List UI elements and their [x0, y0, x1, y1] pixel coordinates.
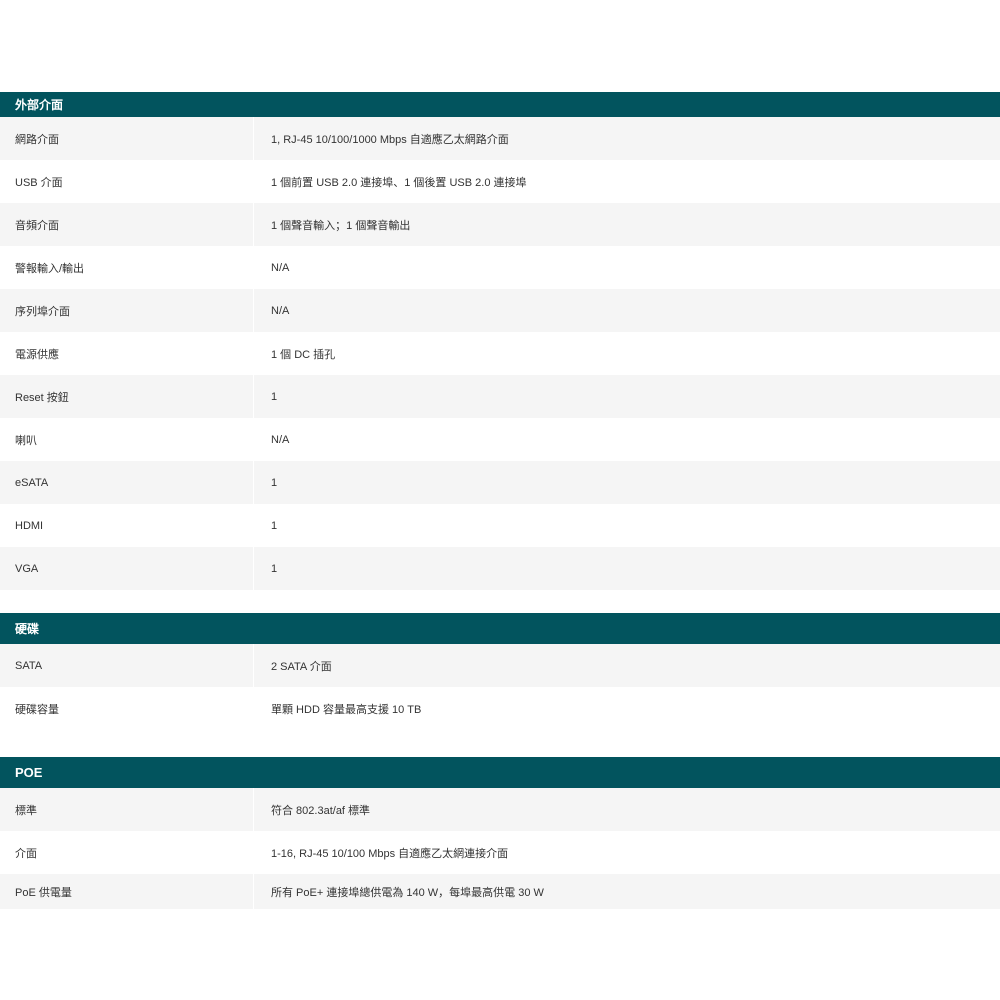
spec-value: 1, RJ-45 10/100/1000 Mbps 自適應乙太網路介面: [271, 133, 509, 146]
spec-value: 1 個 DC 插孔: [271, 348, 336, 361]
spec-value: N/A: [271, 433, 290, 446]
spec-value: 1 個前置 USB 2.0 連接埠、1 個後置 USB 2.0 連接埠: [271, 176, 527, 189]
section-header: 硬碟: [0, 613, 1000, 644]
spec-row: 序列埠介面 N/A: [0, 289, 1000, 332]
spec-label: 網路介面: [0, 117, 254, 160]
spec-label: 警報輸入/輸出: [0, 246, 254, 289]
spec-row: Reset 按鈕 1: [0, 375, 1000, 418]
spec-row: 硬碟容量 單顆 HDD 容量最高支援 10 TB: [0, 687, 1000, 730]
spec-label: USB 介面: [0, 160, 254, 203]
spec-section-hard-disk: 硬碟 SATA 2 SATA 介面 硬碟容量 單顆 HDD 容量最高支援 10 TB: [0, 613, 1000, 730]
spec-row: 電源供應 1 個 DC 插孔: [0, 332, 1000, 375]
spec-label: 音頻介面: [0, 203, 254, 246]
spec-value: 1: [271, 519, 278, 532]
spec-value: 1: [271, 390, 278, 403]
spec-value: 1 個聲音輸入；1 個聲音輸出: [271, 219, 411, 232]
spec-label: VGA: [0, 547, 254, 590]
section-header: 外部介面: [0, 92, 1000, 117]
spec-label: 硬碟容量: [0, 687, 254, 730]
spec-label: HDMI: [0, 504, 254, 547]
spec-label: SATA: [0, 644, 254, 687]
spec-value: 1: [271, 476, 278, 489]
spec-row: 音頻介面 1 個聲音輸入；1 個聲音輸出: [0, 203, 1000, 246]
spec-label: 序列埠介面: [0, 289, 254, 332]
spec-row: 警報輸入/輸出 N/A: [0, 246, 1000, 289]
spec-row: SATA 2 SATA 介面: [0, 644, 1000, 687]
spec-label: Reset 按鈕: [0, 375, 254, 418]
spec-label: eSATA: [0, 461, 254, 504]
spec-row: 標準 符合 802.3at/af 標準: [0, 788, 1000, 831]
spec-row: 網路介面 1, RJ-45 10/100/1000 Mbps 自適應乙太網路介面: [0, 117, 1000, 160]
spec-section-poe: POE 標準 符合 802.3at/af 標準 介面 1-16, RJ-45 10/…: [0, 757, 1000, 909]
spec-row: VGA 1: [0, 547, 1000, 590]
spec-value: 所有 PoE+ 連接埠總供電為 140 W，每埠最高供電 30 W: [271, 886, 544, 899]
spec-row: PoE 供電量 所有 PoE+ 連接埠總供電為 140 W，每埠最高供電 30 W: [0, 874, 1000, 909]
spec-label: PoE 供電量: [0, 874, 254, 909]
section-header: POE: [0, 757, 1000, 788]
spec-value: 單顆 HDD 容量最高支援 10 TB: [271, 703, 422, 716]
spec-label: 介面: [0, 831, 254, 874]
section-title: 硬碟: [15, 622, 40, 636]
spec-value: 符合 802.3at/af 標準: [271, 804, 371, 817]
spec-row: 喇叭 N/A: [0, 418, 1000, 461]
spec-value: 1-16, RJ-45 10/100 Mbps 自適應乙太網連接介面: [271, 847, 509, 860]
spec-value: N/A: [271, 304, 290, 317]
spec-row: eSATA 1: [0, 461, 1000, 504]
spec-section-external-interfaces: 外部介面 網路介面 1, RJ-45 10/100/1000 Mbps 自適應乙太…: [0, 92, 1000, 590]
spec-label: 電源供應: [0, 332, 254, 375]
spec-value: N/A: [271, 261, 290, 274]
spec-value: 1: [271, 562, 278, 575]
section-title: 外部介面: [15, 98, 64, 112]
spec-row: 介面 1-16, RJ-45 10/100 Mbps 自適應乙太網連接介面: [0, 831, 1000, 874]
spec-label: 喇叭: [0, 418, 254, 461]
spec-row: HDMI 1: [0, 504, 1000, 547]
section-title: POE: [15, 765, 43, 780]
spec-row: USB 介面 1 個前置 USB 2.0 連接埠、1 個後置 USB 2.0 連接…: [0, 160, 1000, 203]
spec-value: 2 SATA 介面: [271, 660, 332, 673]
spec-label: 標準: [0, 788, 254, 831]
